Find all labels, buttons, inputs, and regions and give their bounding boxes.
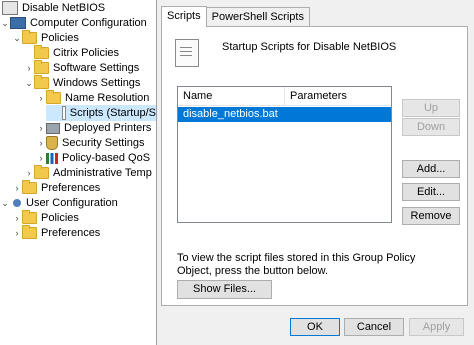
down-button[interactable]: Down <box>402 118 460 136</box>
folder-icon <box>22 180 37 194</box>
script-file-icon <box>175 39 199 67</box>
chevron-right-icon[interactable]: › <box>12 210 22 226</box>
chevron-down-icon[interactable]: ⌄ <box>0 195 10 211</box>
up-button[interactable]: Up <box>402 99 460 117</box>
tree-item-user-configuration[interactable]: ⌄ User Configuration <box>0 195 118 211</box>
tree-item-label: Disable NetBIOS <box>22 2 106 14</box>
tab-scripts[interactable]: Scripts <box>161 6 207 27</box>
folder-icon <box>22 30 37 44</box>
tab-powershell-scripts[interactable]: PowerShell Scripts <box>205 7 310 26</box>
folder-icon <box>34 45 49 59</box>
chevron-down-icon[interactable]: ⌄ <box>12 30 22 46</box>
folder-icon <box>22 210 37 224</box>
gpo-icon <box>2 1 18 15</box>
tree-item-name-resolution[interactable]: › Name Resolution <box>36 90 149 106</box>
ok-button[interactable]: OK <box>290 318 340 336</box>
tree-item-label: Security Settings <box>62 137 145 149</box>
column-header-name[interactable]: Name <box>178 87 285 105</box>
tree-item-label: User Configuration <box>26 197 118 209</box>
user-icon <box>13 199 21 207</box>
tree-item-computer-configuration[interactable]: ⌄ Computer Configuration <box>0 15 147 31</box>
tree-item-security-settings[interactable]: › Security Settings <box>36 135 145 151</box>
gpo-tree-pane: Disable NetBIOS ⌄ Computer Configuration… <box>0 0 156 345</box>
tree-item-label: Preferences <box>41 227 101 239</box>
scripts-list[interactable]: Name Parameters disable_netbios.bat <box>177 86 392 223</box>
chevron-right-icon[interactable]: › <box>24 165 34 181</box>
panel-heading: Startup Scripts for Disable NetBIOS <box>222 41 397 53</box>
chevron-right-icon[interactable]: › <box>36 135 46 151</box>
folder-icon <box>34 165 49 179</box>
folder-icon <box>22 225 37 239</box>
tree-item-user-preferences[interactable]: › Preferences <box>12 225 100 241</box>
script-parameters-cell <box>285 107 391 122</box>
tree-item-label: Deployed Printers <box>64 122 152 134</box>
script-icon <box>62 106 66 120</box>
add-button[interactable]: Add... <box>402 160 460 178</box>
chevron-right-icon[interactable]: › <box>36 150 46 166</box>
chevron-right-icon[interactable]: › <box>12 180 22 196</box>
info-text: To view the script files stored in this … <box>177 252 416 277</box>
startup-properties-dialog: Scripts PowerShell Scripts Startup Scrip… <box>156 0 474 345</box>
chevron-right-icon[interactable]: › <box>36 90 46 106</box>
folder-icon <box>34 60 49 74</box>
tree-item-label: Administrative Temp <box>53 167 152 179</box>
tree-item-policy-based-qos[interactable]: › Policy-based QoS <box>36 150 151 166</box>
remove-button[interactable]: Remove <box>402 207 460 225</box>
list-item[interactable]: disable_netbios.bat <box>178 107 391 122</box>
show-files-button[interactable]: Show Files... <box>177 280 272 299</box>
chevron-right-icon[interactable]: › <box>12 225 22 241</box>
tree-item-label: Name Resolution <box>65 92 150 104</box>
tree-item-user-policies[interactable]: › Policies <box>12 210 79 226</box>
tab-strip: Scripts PowerShell Scripts <box>161 6 310 27</box>
tree-item-label: Policies <box>41 212 79 224</box>
edit-button[interactable]: Edit... <box>402 183 460 201</box>
list-header: Name Parameters <box>178 87 391 106</box>
shield-icon <box>46 136 58 150</box>
tree-item-policies[interactable]: ⌄ Policies <box>12 30 79 46</box>
tree-item-software-settings[interactable]: › Software Settings <box>24 60 139 76</box>
bar-chart-icon <box>46 152 58 164</box>
chevron-down-icon[interactable]: ⌄ <box>24 75 34 91</box>
chevron-right-icon[interactable]: › <box>24 60 34 76</box>
folder-icon <box>34 75 49 89</box>
tree-item-label: Scripts (Startup/S <box>69 107 156 119</box>
tree-item-windows-settings[interactable]: ⌄ Windows Settings <box>24 75 140 91</box>
computer-icon <box>10 17 26 29</box>
tree-item-label: Computer Configuration <box>30 17 147 29</box>
tree-item-deployed-printers[interactable]: › Deployed Printers <box>36 120 152 136</box>
tree-item-label: Preferences <box>41 182 101 194</box>
cancel-button[interactable]: Cancel <box>344 318 404 336</box>
chevron-right-icon[interactable]: › <box>36 120 46 136</box>
tree-item-label: Policy-based QoS <box>62 152 151 164</box>
tree-item-label: Policies <box>41 32 79 44</box>
script-name-cell: disable_netbios.bat <box>183 108 278 120</box>
apply-button[interactable]: Apply <box>409 318 464 336</box>
tree-item-label: Citrix Policies <box>53 47 120 59</box>
scripts-tab-panel: Startup Scripts for Disable NetBIOS Name… <box>161 26 468 306</box>
tree-item-scripts[interactable]: Scripts (Startup/S <box>46 105 156 121</box>
tree-item-gpo-root[interactable]: Disable NetBIOS <box>0 0 105 16</box>
tree-item-citrix-policies[interactable]: Citrix Policies <box>24 45 119 61</box>
printer-icon <box>46 122 60 134</box>
chevron-down-icon[interactable]: ⌄ <box>0 15 10 31</box>
tree-item-label: Software Settings <box>53 62 140 74</box>
tree-item-label: Windows Settings <box>53 77 141 89</box>
tree-item-preferences[interactable]: › Preferences <box>12 180 100 196</box>
tree-item-administrative-templates[interactable]: › Administrative Temp <box>24 165 152 181</box>
column-header-parameters[interactable]: Parameters <box>285 87 391 105</box>
folder-icon <box>46 90 61 104</box>
